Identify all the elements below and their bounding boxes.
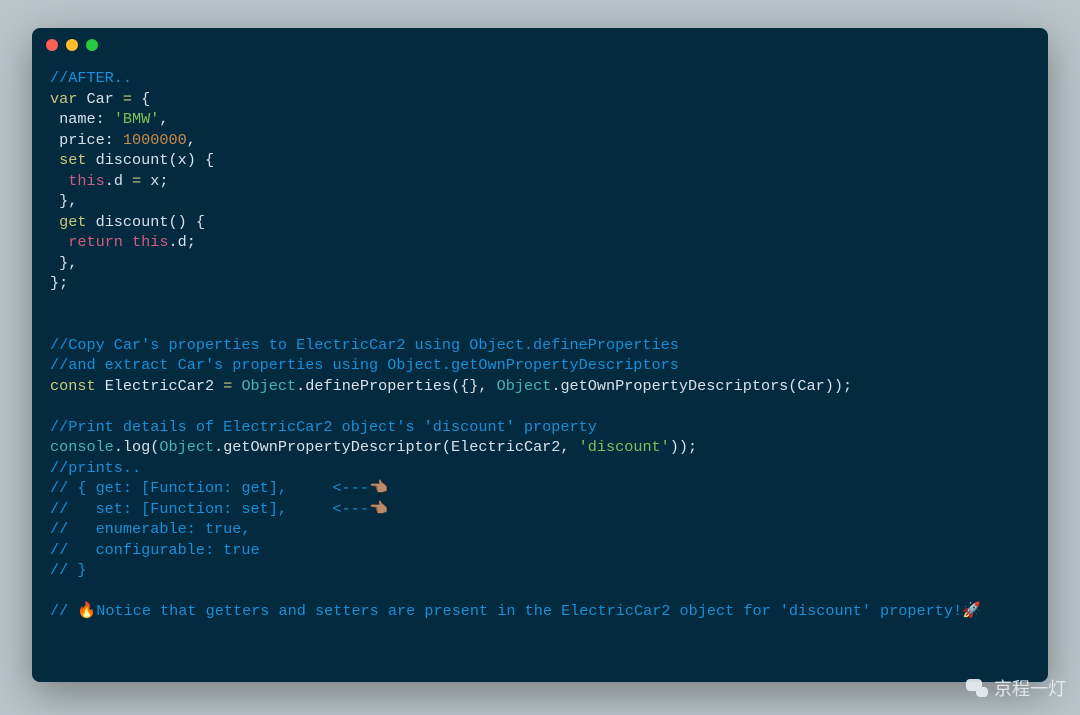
wechat-icon <box>966 679 988 697</box>
close-icon[interactable] <box>46 39 58 51</box>
watermark-text: 京程一灯 <box>994 675 1066 701</box>
code-comment: //AFTER.. <box>50 69 132 87</box>
code-number: 1000000 <box>123 131 187 149</box>
code-keyword: var <box>50 90 77 108</box>
watermark: 京程一灯 <box>966 675 1066 701</box>
code-string: 'BMW' <box>114 110 160 128</box>
code-block: //AFTER.. var Car = { name: 'BMW', price… <box>32 62 1048 640</box>
maximize-icon[interactable] <box>86 39 98 51</box>
minimize-icon[interactable] <box>66 39 78 51</box>
window-titlebar <box>32 28 1048 62</box>
code-window: //AFTER.. var Car = { name: 'BMW', price… <box>32 28 1048 682</box>
code-this: this <box>68 172 104 190</box>
